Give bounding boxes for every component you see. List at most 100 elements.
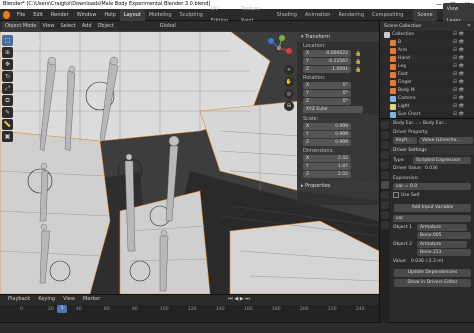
tab-compositing[interactable]: Compositing [368, 9, 407, 21]
object1-field[interactable]: Armature [417, 224, 467, 231]
variable-name-field[interactable]: var [393, 215, 471, 222]
visibility-toggles[interactable]: ☑ 👁 [453, 55, 471, 63]
lock-icon[interactable]: 🔒 [355, 51, 362, 58]
visibility-toggles[interactable]: ☑ 👁 [453, 95, 471, 103]
rotation-x-field[interactable]: X 0° [303, 82, 351, 89]
transform-tool-icon[interactable]: ⧉ [2, 95, 13, 106]
rotate-tool-icon[interactable]: ↻ [2, 71, 13, 82]
visibility-toggles[interactable]: ☑ 👁 [453, 79, 471, 87]
navigation-gizmo[interactable] [266, 35, 292, 63]
cursor-tool-icon[interactable]: ⊕ [2, 47, 13, 58]
visibility-toggles[interactable]: ☑ 👁 [453, 87, 471, 95]
menu-render[interactable]: Render [47, 9, 73, 21]
physics-tab-icon[interactable] [381, 201, 389, 209]
scale-z-field[interactable]: Z 0.999 [303, 139, 351, 146]
object2-field[interactable]: Armature [417, 241, 467, 248]
constraints-tab-icon[interactable] [381, 211, 389, 219]
driver-type-select[interactable]: Scripted Expression [413, 157, 471, 164]
driver-settings-header[interactable]: Driver Settings [390, 146, 474, 155]
tab-rendering[interactable]: Rendering [334, 9, 368, 21]
visibility-toggles[interactable]: ☑ 👁 [453, 47, 471, 55]
lock-icon[interactable]: 🔒 [355, 59, 362, 66]
menu-view[interactable]: View [40, 21, 58, 32]
dimensions-z-field[interactable]: Z 2.02 [303, 171, 351, 178]
driver-property-field[interactable]: Value (Llineche... [419, 137, 473, 144]
tab-modeling[interactable]: Modeling [145, 9, 176, 21]
menu-view[interactable]: View [59, 295, 79, 304]
outliner-item[interactable]: Camera ☑ 👁 [380, 95, 474, 103]
outliner-item[interactable]: Arm ☑ 👁 [380, 47, 474, 55]
annotate-tool-icon[interactable]: ✎ [2, 107, 13, 118]
camera-icon[interactable]: ◎ [284, 89, 294, 99]
rotation-z-field[interactable]: Z 0° [303, 98, 351, 105]
current-frame-indicator[interactable]: 1 [57, 305, 67, 313]
object-tab-icon[interactable] [381, 181, 389, 189]
location-z-field[interactable]: Z 1.0091 [303, 66, 351, 73]
mode-selector[interactable]: Object Mode [2, 21, 40, 32]
output-tab-icon[interactable] [381, 141, 389, 149]
playback-controls[interactable]: ⏮ ◀ ▶ ⏭ [224, 295, 253, 304]
location-x-field[interactable]: X -0.000022 [303, 50, 351, 57]
filter-icon[interactable]: ⏷ [467, 23, 471, 29]
scale-x-field[interactable]: X 0.999 [303, 123, 351, 130]
dimensions-y-field[interactable]: Y 1.87 [303, 163, 351, 170]
move-tool-icon[interactable]: ✥ [2, 59, 13, 70]
breadcrumb-item[interactable]: Body Ear... [393, 119, 417, 128]
visibility-toggles[interactable]: ☑ 👁 [453, 31, 471, 39]
menu-window[interactable]: Window [73, 9, 101, 21]
outliner-item[interactable]: Light ☑ 👁 [380, 103, 474, 111]
outliner-item[interactable]: B ☑ 👁 [380, 39, 474, 47]
keyframe-field[interactable]: Keyfr... [393, 137, 417, 144]
menu-edit[interactable]: Edit [29, 9, 47, 21]
tab-shading[interactable]: Shading [273, 9, 301, 21]
transform-section-header[interactable]: ▾ Transform [297, 33, 379, 42]
visibility-toggles[interactable]: ☑ 👁 [453, 71, 471, 79]
outliner-item[interactable]: Body M ☑ 👁 [380, 87, 474, 95]
outliner-item[interactable]: Finger ☑ 👁 [380, 79, 474, 87]
breadcrumb-item[interactable]: Body Ear... [423, 119, 447, 128]
outliner-item[interactable]: Leg ☑ 👁 [380, 63, 474, 71]
visibility-toggles[interactable]: ☑ 👁 [453, 63, 471, 71]
menu-select[interactable]: Select [57, 21, 78, 32]
menu-add[interactable]: Add [79, 21, 95, 32]
tab-layout[interactable]: Layout [119, 8, 145, 21]
outliner-item[interactable]: Foot ☑ 👁 [380, 71, 474, 79]
rotation-y-field[interactable]: Y 0° [303, 90, 351, 97]
3d-viewport[interactable]: Object Mode View Select Add Object Globa… [0, 21, 379, 294]
menu-marker[interactable]: Marker [79, 295, 104, 304]
orientation-selector[interactable]: Global [157, 21, 179, 32]
update-dependencies-button[interactable]: Update Dependencies [394, 269, 471, 277]
timeline-ruler[interactable]: 1 0 20 40 60 80 100 120 140 160 180 200 … [0, 305, 379, 323]
scene-tab-icon[interactable] [381, 161, 389, 169]
select-tool-icon[interactable]: ⬚ [2, 35, 13, 46]
dimensions-x-field[interactable]: X 2.42 [303, 155, 351, 162]
blender-logo-icon[interactable] [3, 10, 10, 19]
show-in-drivers-editor-button[interactable]: Show in Drivers Editor [394, 279, 471, 287]
rotation-mode-select[interactable]: XYZ Euler [303, 106, 363, 113]
render-tab-icon[interactable] [381, 131, 389, 139]
view-layer-tab-icon[interactable] [381, 151, 389, 159]
tab-animation[interactable]: Animation [301, 9, 335, 21]
expression-field[interactable]: var = 0.0 [393, 183, 471, 190]
location-y-field[interactable]: Y -0.12567 [303, 58, 351, 65]
modifier-tab-icon[interactable] [381, 191, 389, 199]
menu-object[interactable]: Object [95, 21, 117, 32]
tool-tab-icon[interactable] [381, 121, 389, 129]
pan-icon[interactable]: ✋ [284, 77, 294, 87]
visibility-toggles[interactable]: ☑ 👁 [453, 39, 471, 47]
grid-icon[interactable]: ⊞ [284, 101, 294, 111]
data-tab-icon[interactable] [381, 221, 389, 229]
outliner-item[interactable]: Collection ☑ 👁 [380, 31, 474, 39]
object1-bone-field[interactable]: Bone.005 [417, 232, 471, 239]
use-self-checkbox[interactable] [393, 192, 399, 198]
measure-tool-icon[interactable]: 📏 [2, 119, 13, 130]
add-input-variable-button[interactable]: Add Input Variable [394, 204, 471, 212]
menu-keying[interactable]: Keying [34, 295, 59, 304]
menu-playback[interactable]: Playback [4, 295, 34, 304]
world-tab-icon[interactable] [381, 171, 389, 179]
scale-y-field[interactable]: Y 0.999 [303, 131, 351, 138]
object2-bone-field[interactable]: Bone.153 [417, 249, 471, 256]
add-cube-tool-icon[interactable]: ▣ [2, 131, 13, 142]
properties-section-header[interactable]: ▸ Properties [297, 182, 379, 191]
lock-icon[interactable]: 🔒 [355, 67, 362, 74]
